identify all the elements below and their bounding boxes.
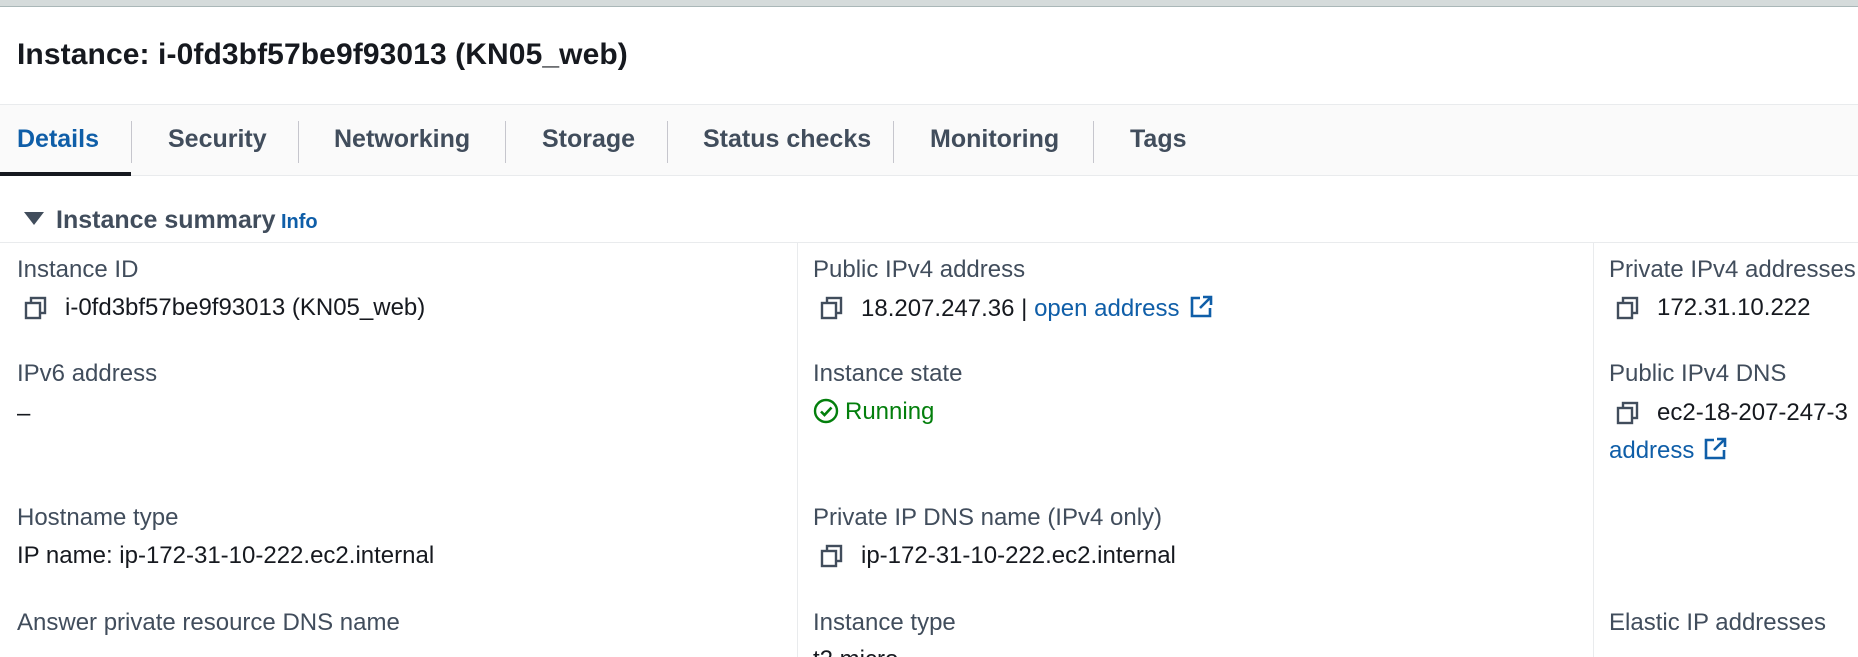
ipv6-value: – xyxy=(17,400,31,427)
ipv6-label: IPv6 address xyxy=(17,360,158,387)
copy-icon[interactable] xyxy=(819,295,845,321)
tab-divider xyxy=(298,121,299,163)
private-dns-value: ip-172-31-10-222.ec2.internal xyxy=(861,542,1176,569)
open-dns-address-link[interactable]: address xyxy=(1609,437,1694,464)
instance-state-label: Instance state xyxy=(813,360,963,387)
tab-details[interactable]: Details xyxy=(17,105,99,176)
tab-tags[interactable]: Tags xyxy=(1130,105,1187,176)
tab-storage[interactable]: Storage xyxy=(542,105,635,176)
section-title[interactable]: Instance summary xyxy=(56,206,276,235)
instance-type-value: t2.micro xyxy=(813,646,898,657)
panel-top-border xyxy=(0,0,1858,7)
instance-state-text: Running xyxy=(845,398,935,425)
hostname-type-label: Hostname type xyxy=(17,504,179,531)
instance-header: Instance: i-0fd3bf57be9f93013 (KN05_web) xyxy=(0,7,1858,105)
instance-details-panel: Instance: i-0fd3bf57be9f93013 (KN05_web)… xyxy=(0,0,1858,657)
public-dns-label: Public IPv4 DNS xyxy=(1609,360,1787,387)
column-divider xyxy=(797,243,798,657)
tab-bar: Details Security Networking Storage Stat… xyxy=(0,105,1858,176)
copy-icon[interactable] xyxy=(23,295,49,321)
instance-id-label: Instance ID xyxy=(17,256,139,283)
info-link[interactable]: Info xyxy=(281,211,318,234)
status-check-icon xyxy=(813,398,839,424)
instance-type-label: Instance type xyxy=(813,609,956,636)
tab-divider xyxy=(1093,121,1094,163)
tab-divider xyxy=(893,121,894,163)
column-divider xyxy=(1593,243,1594,657)
copy-icon[interactable] xyxy=(819,543,845,569)
tab-security[interactable]: Security xyxy=(168,105,267,176)
tab-divider xyxy=(667,121,668,163)
answer-dns-label: Answer private resource DNS name xyxy=(17,609,400,636)
caret-down-icon[interactable] xyxy=(24,212,44,225)
public-ipv4-label: Public IPv4 address xyxy=(813,256,1026,283)
private-ipv4-value: 172.31.10.222 xyxy=(1657,294,1811,321)
tab-divider xyxy=(131,121,132,163)
copy-icon[interactable] xyxy=(1615,295,1641,321)
tab-networking[interactable]: Networking xyxy=(334,105,470,176)
private-ipv4-label: Private IPv4 addresses xyxy=(1609,256,1856,283)
public-dns-value: ec2-18-207-247-3 xyxy=(1657,399,1848,426)
external-link-icon[interactable] xyxy=(1188,294,1214,320)
instance-id-value: i-0fd3bf57be9f93013 (KN05_web) xyxy=(65,294,426,321)
copy-icon[interactable] xyxy=(1615,400,1641,426)
tab-status-checks[interactable]: Status checks xyxy=(703,105,871,176)
tab-divider xyxy=(505,121,506,163)
page-title: Instance: i-0fd3bf57be9f93013 (KN05_web) xyxy=(17,38,628,71)
elastic-ip-label: Elastic IP addresses xyxy=(1609,609,1826,636)
open-address-link[interactable]: open address xyxy=(1034,295,1179,322)
public-dns-address: address xyxy=(1609,436,1728,465)
external-link-icon[interactable] xyxy=(1702,436,1728,462)
public-ipv4-text: 18.207.247.36 | xyxy=(861,295,1028,322)
private-dns-label: Private IP DNS name (IPv4 only) xyxy=(813,504,1163,531)
instance-summary-header[interactable]: Instance summary Info xyxy=(0,176,1858,243)
hostname-type-value: IP name: ip-172-31-10-222.ec2.internal xyxy=(17,542,435,569)
tab-monitoring[interactable]: Monitoring xyxy=(930,105,1059,176)
instance-state-value: Running xyxy=(813,398,934,426)
public-ipv4-value: 18.207.247.36 | open address xyxy=(861,294,1214,323)
